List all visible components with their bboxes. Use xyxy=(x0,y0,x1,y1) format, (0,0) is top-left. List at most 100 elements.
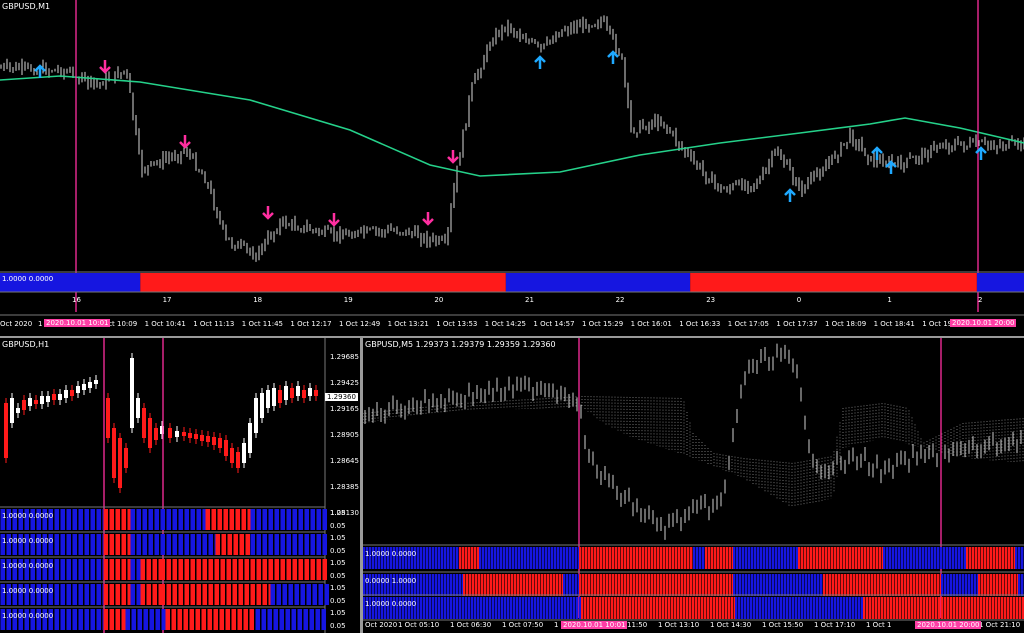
indicator-bar xyxy=(432,574,435,596)
indicator-bar xyxy=(60,534,65,555)
indicator-bar xyxy=(1014,574,1017,596)
indicator-bar xyxy=(974,574,977,596)
indicator-bar xyxy=(438,547,441,569)
indicator-bar xyxy=(426,547,429,569)
indicator-bar xyxy=(298,509,303,530)
time-label: 1 Oct 14:25 xyxy=(484,320,526,328)
indicator-bar xyxy=(490,574,493,596)
indicator-bar xyxy=(759,597,762,619)
indicator-bar xyxy=(699,547,702,569)
indicator-bar xyxy=(183,609,188,630)
indicator-bar xyxy=(166,509,171,530)
price-label: 1.29685 xyxy=(330,353,359,361)
indicator-bar xyxy=(702,547,705,569)
indicator-bar xyxy=(468,547,471,569)
indicator-bar xyxy=(96,584,101,605)
indicator-bar xyxy=(84,509,89,530)
indicator-bar xyxy=(560,547,563,569)
indicator-bar xyxy=(956,574,959,596)
indicator-bar xyxy=(769,574,772,596)
indicator-bar xyxy=(533,547,536,569)
time-label: 1 Oct 16:01 xyxy=(630,320,672,328)
indicator-bar xyxy=(54,609,59,630)
indicator-bar xyxy=(432,547,435,569)
indicator-bar xyxy=(844,574,847,596)
indicator-bar xyxy=(627,547,630,569)
indicator-bar xyxy=(561,597,564,619)
indicator-bar xyxy=(225,609,230,630)
indicator-bar xyxy=(798,547,801,569)
indicator-bar xyxy=(503,547,506,569)
indicator-bar xyxy=(866,597,869,619)
indicator-bar xyxy=(753,597,756,619)
h1-chart-pane[interactable]: GBPUSD,H1 1.29685 1.29425 1.29165 1.28905 1.… xyxy=(0,338,360,633)
indicator-bar xyxy=(1016,597,1019,619)
indicator-bar xyxy=(423,574,426,596)
m5-chart-pane[interactable]: GBPUSD,M5 1.29373 1.29379 1.29359 1.2936… xyxy=(363,338,1024,633)
indicator-bar xyxy=(813,547,816,569)
indicator-bar xyxy=(551,547,554,569)
indicator-bar xyxy=(801,547,804,569)
indicator-bar xyxy=(573,597,576,619)
indicator-bar xyxy=(54,534,59,555)
indicator-bar xyxy=(708,574,711,596)
indicator-bar xyxy=(1008,547,1011,569)
indicator-bar xyxy=(711,547,714,569)
indicator-bar xyxy=(638,597,641,619)
indicator-bar xyxy=(103,609,108,630)
indicator-bar xyxy=(662,597,665,619)
m5-price-chart[interactable] xyxy=(363,338,1024,633)
down-arrow-icon xyxy=(179,135,191,149)
indicator-bar xyxy=(810,597,813,619)
indicator-bar xyxy=(687,547,690,569)
h1-price-chart[interactable] xyxy=(0,338,360,633)
main-chart-pane[interactable]: GBPUSD,M1 1.0000 0.0000 16 17 18 19 20 21 22 23… xyxy=(0,0,1024,336)
main-price-chart[interactable] xyxy=(0,0,1024,336)
indicator-bar xyxy=(780,597,783,619)
indicator-bar xyxy=(947,574,950,596)
indicator-bar xyxy=(569,574,572,596)
indicator-bar xyxy=(850,574,853,596)
indicator-bar xyxy=(190,559,195,580)
indicator-bar xyxy=(683,597,686,619)
indicator-bar xyxy=(202,559,207,580)
indicator-bar xyxy=(223,509,228,530)
indicator-bar xyxy=(426,597,429,619)
indicator-bar xyxy=(937,574,940,596)
indicator-scale-label: 1.05 xyxy=(330,509,346,517)
indicator-bar xyxy=(648,574,651,596)
indicator-bar xyxy=(555,597,558,619)
indicator-bar xyxy=(995,597,998,619)
indicator-bar xyxy=(889,547,892,569)
indicator-bar xyxy=(855,597,858,619)
indicator-bar xyxy=(713,597,716,619)
indicator-bar xyxy=(447,597,450,619)
indicator-bar xyxy=(66,534,71,555)
indicator-bar xyxy=(608,597,611,619)
indicator-bar xyxy=(913,547,916,569)
down-arrow-icon xyxy=(262,206,274,220)
indicator-bar xyxy=(474,547,477,569)
indicator-bar xyxy=(711,574,714,596)
indicator-bar xyxy=(826,574,829,596)
indicator-bar xyxy=(978,574,981,596)
indicator-bar xyxy=(1001,597,1004,619)
indicator-bar xyxy=(777,597,780,619)
indicator-bar xyxy=(492,597,495,619)
indicator-bar xyxy=(946,547,949,569)
indicator-bar xyxy=(506,547,509,569)
indicator-bar xyxy=(784,547,787,569)
indicator-bar xyxy=(950,597,953,619)
indicator-bar xyxy=(66,559,71,580)
indicator-bar xyxy=(519,597,522,619)
indicator-bar xyxy=(280,559,285,580)
indicator-bar xyxy=(916,547,919,569)
indicator-bar xyxy=(235,509,240,530)
indicator-bar xyxy=(131,609,136,630)
indicator-bar xyxy=(195,609,200,630)
indicator-bar xyxy=(905,597,908,619)
indicator-bar xyxy=(666,547,669,569)
indicator-bar xyxy=(760,547,763,569)
indicator-bar xyxy=(497,547,500,569)
indicator-bar xyxy=(877,574,880,596)
